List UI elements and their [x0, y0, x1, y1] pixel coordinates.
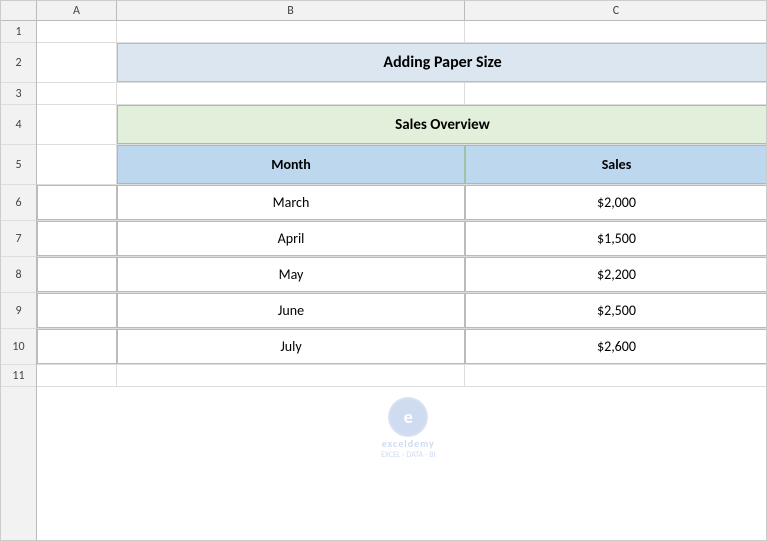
month-5: July [280, 338, 301, 355]
row-num-10: 10 [1, 329, 36, 365]
row-2: Adding Paper Size [37, 43, 766, 83]
month-header-text: Month [271, 156, 311, 173]
sales-1: $2,000 [597, 194, 636, 211]
month-4: June [278, 302, 304, 319]
cell-c7[interactable]: $1,500 [465, 221, 766, 256]
row-num-6: 6 [1, 185, 36, 221]
cell-a3[interactable] [37, 83, 117, 104]
cell-a11[interactable] [37, 365, 117, 386]
cell-a6[interactable] [37, 185, 117, 220]
sales-header-cell[interactable]: Sales [465, 145, 766, 184]
cell-c9[interactable]: $2,500 [465, 293, 766, 328]
cell-a5[interactable] [37, 145, 117, 184]
cell-a2[interactable] [37, 43, 117, 82]
cell-c1[interactable] [465, 21, 766, 42]
sales-overview-text: Sales Overview [395, 116, 490, 134]
column-headers-row: A B C [1, 1, 766, 21]
cell-c3[interactable] [465, 83, 766, 104]
cell-a7[interactable] [37, 221, 117, 256]
row-9: June $2,500 [37, 293, 766, 329]
cell-b8[interactable]: May [117, 257, 465, 292]
cell-a9[interactable] [37, 293, 117, 328]
row-8: May $2,200 [37, 257, 766, 293]
row-5: Month Sales [37, 145, 766, 185]
cell-b6[interactable]: March [117, 185, 465, 220]
col-header-a: A [37, 1, 117, 20]
row-num-9: 9 [1, 293, 36, 329]
grid-body: 1 2 3 4 5 6 7 8 9 10 11 Adding P [1, 21, 766, 540]
row-4: Sales Overview [37, 105, 766, 145]
row-num-7: 7 [1, 221, 36, 257]
title-cell[interactable]: Adding Paper Size [117, 43, 766, 82]
grid-content: Adding Paper Size Sales Overview [37, 21, 766, 540]
row-num-11: 11 [1, 365, 36, 387]
cell-c6[interactable]: $2,000 [465, 185, 766, 220]
corner-cell [1, 1, 37, 20]
cell-b3[interactable] [117, 83, 465, 104]
title-text: Adding Paper Size [383, 53, 501, 72]
cell-a4[interactable] [37, 105, 117, 144]
row-11 [37, 365, 766, 387]
row-numbers: 1 2 3 4 5 6 7 8 9 10 11 [1, 21, 37, 540]
cell-b9[interactable]: June [117, 293, 465, 328]
row-num-1: 1 [1, 21, 36, 43]
cell-c10[interactable]: $2,600 [465, 329, 766, 364]
spreadsheet: A B C 1 2 3 4 5 6 7 8 9 10 11 [0, 0, 767, 541]
row-num-3: 3 [1, 83, 36, 105]
row-1 [37, 21, 766, 43]
month-3: May [279, 266, 304, 283]
cell-c11[interactable] [465, 365, 766, 386]
cell-c8[interactable]: $2,200 [465, 257, 766, 292]
row-10: July $2,600 [37, 329, 766, 365]
sales-2: $1,500 [597, 230, 636, 247]
sales-4: $2,500 [597, 302, 636, 319]
col-header-b: B [117, 1, 465, 20]
row-num-2: 2 [1, 43, 36, 83]
cell-b7[interactable]: April [117, 221, 465, 256]
month-1: March [273, 194, 310, 211]
col-header-c: C [465, 1, 767, 20]
cell-a10[interactable] [37, 329, 117, 364]
sales-3: $2,200 [597, 266, 636, 283]
month-2: April [278, 230, 305, 247]
cell-b1[interactable] [117, 21, 465, 42]
row-num-5: 5 [1, 145, 36, 185]
sales-5: $2,600 [597, 338, 636, 355]
row-7: April $1,500 [37, 221, 766, 257]
month-header-cell[interactable]: Month [117, 145, 465, 184]
row-3 [37, 83, 766, 105]
cell-b10[interactable]: July [117, 329, 465, 364]
row-6: March $2,000 [37, 185, 766, 221]
row-num-4: 4 [1, 105, 36, 145]
row-num-8: 8 [1, 257, 36, 293]
cell-b11[interactable] [117, 365, 465, 386]
sales-overview-header[interactable]: Sales Overview [117, 105, 766, 144]
cell-a8[interactable] [37, 257, 117, 292]
sales-header-text: Sales [602, 156, 632, 173]
cell-a1[interactable] [37, 21, 117, 42]
